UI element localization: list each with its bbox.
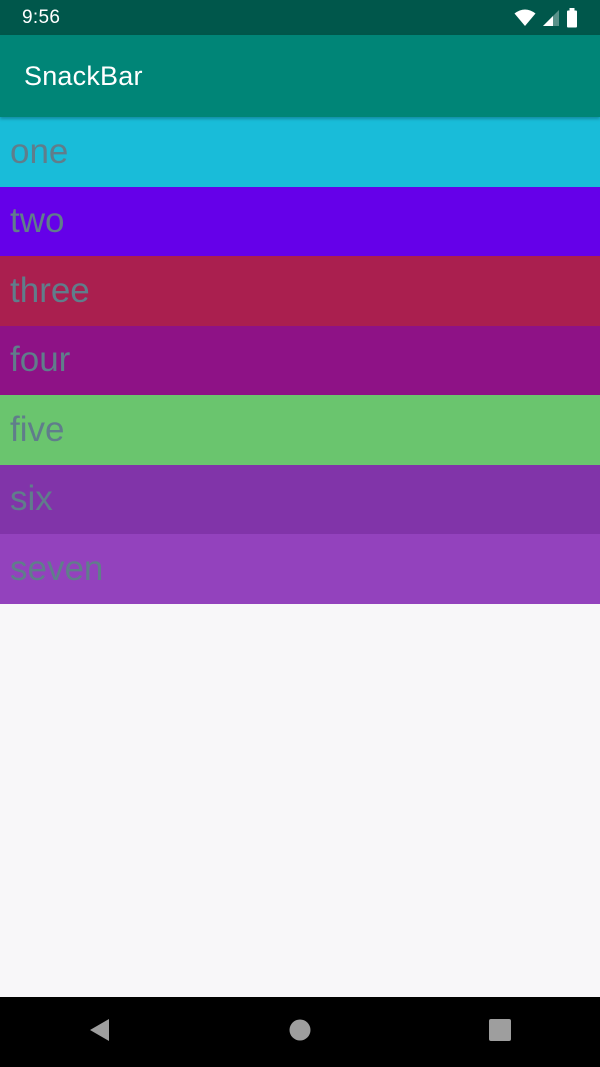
list-item-label: five: [10, 409, 65, 449]
color-list: one two three four five six seven: [0, 117, 600, 604]
recents-icon: [489, 1018, 511, 1046]
list-item-four[interactable]: four: [0, 325, 600, 395]
home-icon: [289, 1019, 311, 1046]
list-item-label: three: [10, 270, 90, 310]
list-item-label: six: [10, 479, 53, 519]
list-item-two[interactable]: two: [0, 186, 600, 256]
list-item-label: two: [10, 201, 65, 241]
navigation-bar: [0, 997, 600, 1067]
list-item-label: one: [10, 131, 69, 171]
status-bar: 9:56: [0, 0, 600, 35]
cell-signal-icon: [542, 9, 560, 27]
list-item-label: seven: [10, 548, 104, 588]
battery-icon: [566, 7, 578, 28]
list-item-three[interactable]: three: [0, 256, 600, 326]
list-item-five[interactable]: five: [0, 395, 600, 465]
home-button[interactable]: [270, 1002, 330, 1062]
status-icons: [514, 7, 578, 28]
back-button[interactable]: [70, 1002, 130, 1062]
app-title: SnackBar: [24, 60, 143, 91]
list-item-one[interactable]: one: [0, 117, 600, 187]
list-item-label: four: [10, 340, 71, 380]
status-time: 9:56: [22, 6, 61, 28]
app-bar: SnackBar: [0, 35, 600, 117]
list-item-seven[interactable]: seven: [0, 534, 600, 604]
list-item-six[interactable]: six: [0, 464, 600, 534]
wifi-icon: [514, 9, 536, 27]
recents-button[interactable]: [470, 1002, 530, 1062]
back-icon: [89, 1018, 111, 1047]
